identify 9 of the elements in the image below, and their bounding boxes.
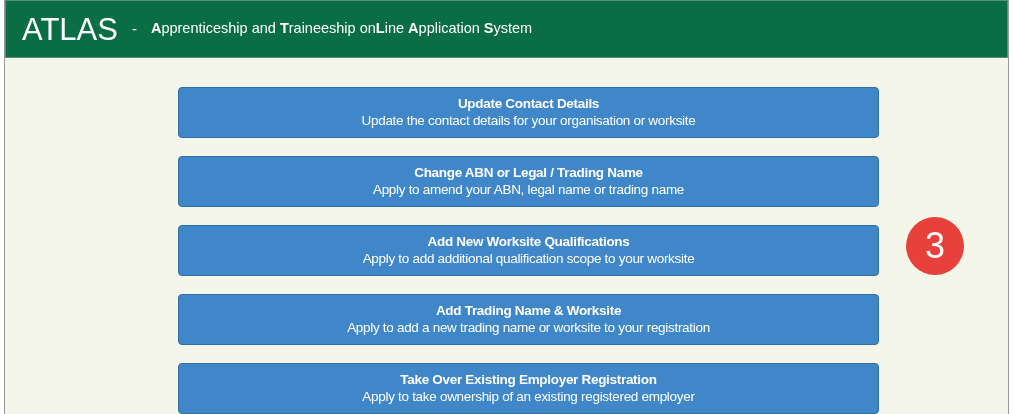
action-button[interactable]: Add Trading Name & Worksite Apply to add a new trading name or worksite to your registration [178, 294, 879, 345]
action-button[interactable]: Add New Worksite Qualifications Apply to add additional qualification scope to your worksite [178, 225, 879, 276]
step-badge: 3 [906, 217, 964, 275]
app-logo: ATLAS [22, 13, 118, 45]
action-button[interactable]: Take Over Existing Employer Registration Apply to take ownership of an existing registered employer [178, 363, 879, 414]
action-button[interactable]: Update Contact Details Update the contact details for your organisation or worksite [178, 87, 879, 138]
action-button[interactable]: Change ABN or Legal / Trading Name Apply to amend your ABN, legal name or trading name [178, 156, 879, 207]
separator: - [131, 18, 137, 39]
app-subtitle: Apprenticeship and Traineeship onLine Application System [150, 19, 533, 39]
